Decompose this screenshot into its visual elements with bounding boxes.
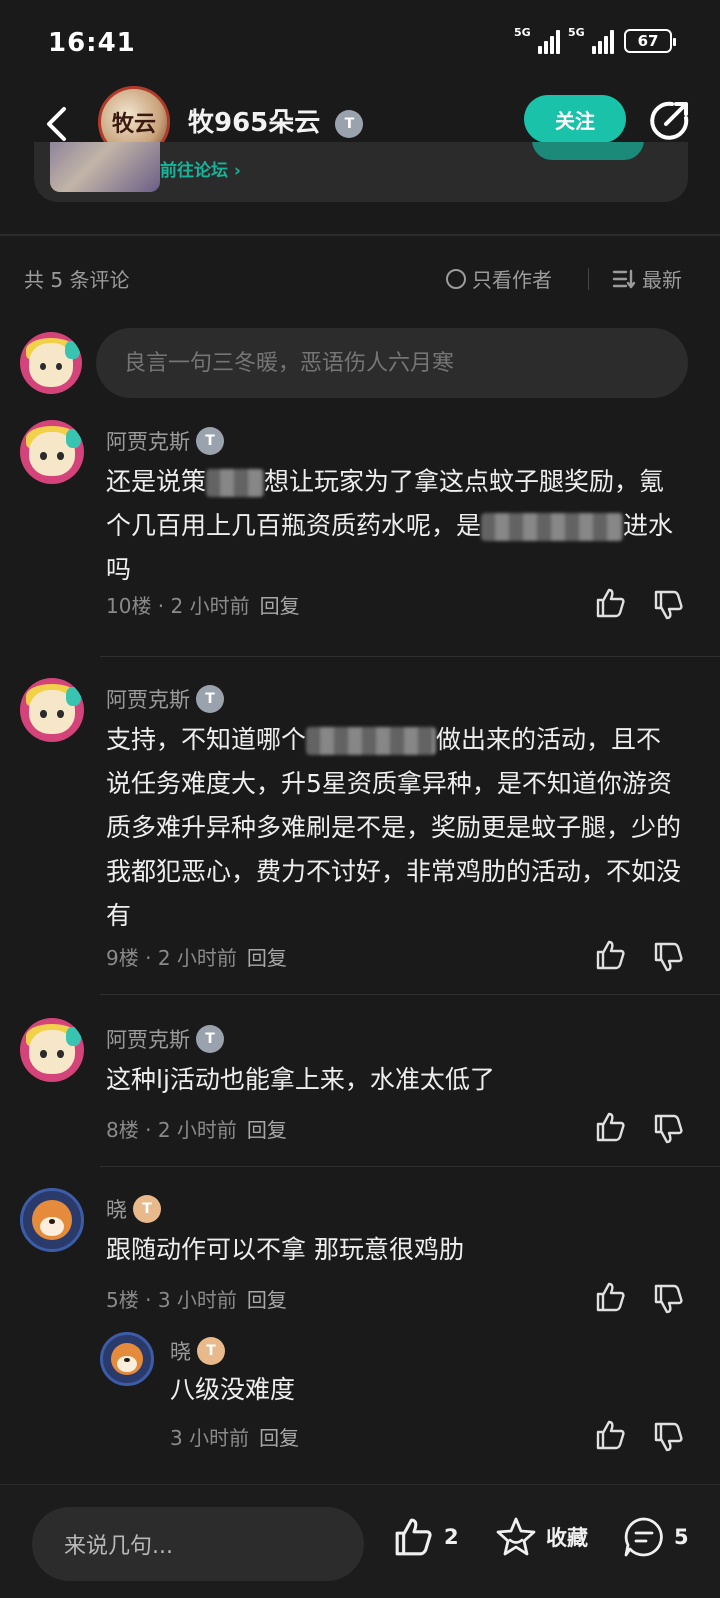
forum-join-button[interactable] (532, 142, 644, 160)
divider (588, 268, 589, 290)
comment-username[interactable]: 阿贾克斯 T (106, 684, 224, 714)
comment-item: 晓 T 跟随动作可以不拿 那玩意很鸡肋 5楼 · 3 小时前 回复 晓 T 八级没… (0, 1188, 720, 1478)
avatar[interactable] (20, 1188, 84, 1252)
divider (100, 656, 720, 657)
level-badge: T (196, 427, 224, 455)
sort-toggle[interactable]: 最新 (612, 264, 682, 293)
comments-count: 共 5 条评论 (24, 268, 130, 292)
thumbs-up-icon[interactable] (594, 938, 628, 972)
reply-button[interactable]: 回复 (259, 1426, 299, 1450)
comment-username[interactable]: 阿贾克斯 T (106, 1024, 224, 1054)
back-button[interactable] (36, 102, 76, 146)
thumbs-up-icon[interactable] (594, 1280, 628, 1314)
favorite-button[interactable]: 收藏 (494, 1515, 588, 1559)
status-icons: 5G 5G 67 (514, 26, 676, 54)
thumbs-up-icon[interactable] (594, 1110, 628, 1144)
divider (100, 1166, 720, 1167)
thumbs-down-icon[interactable] (652, 940, 686, 974)
comment-username[interactable]: 晓 T (106, 1194, 161, 1224)
reply-item: 晓 T 八级没难度 3 小时前 回复 (98, 1332, 720, 1462)
thumbs-down-icon[interactable] (652, 1112, 686, 1146)
redacted-text (481, 513, 624, 541)
level-badge: T (197, 1337, 225, 1365)
comment-meta: 10楼 · 2 小时前 回复 (106, 594, 300, 618)
my-avatar (20, 332, 82, 394)
signal-icon: 5G (514, 26, 560, 54)
divider (0, 234, 720, 236)
redacted-text (306, 727, 437, 755)
comment-text: 还是说策 想让玩家为了拿这点蚊子腿奖励，氪个几百用上几百瓶资质药水呢，是 进水吗 (106, 467, 674, 584)
thumbs-down-icon[interactable] (652, 588, 686, 622)
comment-text: 八级没难度 (170, 1375, 296, 1404)
comments-toolbar: 共 5 条评论 只看作者 最新 (0, 258, 720, 298)
thumbs-down-icon[interactable] (652, 1282, 686, 1316)
comment-item: 阿贾克斯 T 支持，不知道哪个 做出来的活动，且不说任务难度大，升5星资质拿异种，… (0, 678, 720, 998)
comment-icon (624, 1517, 663, 1557)
divider (100, 994, 720, 995)
share-icon (650, 101, 689, 140)
forum-thumbnail (50, 142, 160, 192)
thumbs-down-icon[interactable] (652, 1420, 686, 1454)
reply-button[interactable]: 回复 (247, 1118, 287, 1142)
bottom-comment-input[interactable]: 来说几句... (32, 1507, 364, 1581)
redacted-text (206, 469, 265, 497)
comment-input[interactable] (96, 328, 688, 398)
comment-meta: 8楼 · 2 小时前 回复 (106, 1118, 287, 1142)
thumbs-up-icon[interactable] (594, 586, 628, 620)
status-bar: 16:41 5G 5G 67 (0, 0, 720, 86)
avatar[interactable] (20, 678, 84, 742)
bottom-bar: 来说几句... 2 收藏 5 (0, 1484, 720, 1598)
radio-icon (446, 268, 466, 289)
status-time: 16:41 (48, 28, 136, 58)
battery-icon: 67 (624, 29, 676, 53)
level-badge: T (196, 1025, 224, 1053)
share-button[interactable] (648, 100, 690, 142)
thumbs-up-icon[interactable] (594, 1418, 628, 1452)
author-only-toggle[interactable]: 只看作者 (446, 264, 552, 293)
like-button[interactable]: 2 (392, 1515, 459, 1559)
author-name[interactable]: 牧965朵云 T (188, 102, 364, 139)
sort-icon (612, 269, 636, 288)
comment-username[interactable]: 晓 T (170, 1336, 225, 1366)
avatar[interactable] (20, 1018, 84, 1082)
comment-meta: 3 小时前 回复 (170, 1426, 300, 1450)
star-icon (496, 1517, 536, 1556)
follow-button[interactable]: 关注 (524, 95, 626, 143)
comment-meta: 9楼 · 2 小时前 回复 (106, 946, 287, 970)
comment-text: 这种lj活动也能拿上来，水准太低了 (106, 1065, 495, 1094)
reply-button[interactable]: 回复 (247, 946, 287, 970)
comments-button[interactable]: 5 (622, 1515, 689, 1559)
signal-icon: 5G (568, 26, 614, 54)
comment-username[interactable]: 阿贾克斯 T (106, 426, 224, 456)
reply-button[interactable]: 回复 (260, 594, 300, 618)
level-badge: T (133, 1195, 161, 1223)
forum-card[interactable]: 前往论坛 › (34, 142, 688, 202)
forum-link[interactable]: 前往论坛 › (160, 156, 241, 181)
comment-item: 阿贾克斯 T 还是说策 想让玩家为了拿这点蚊子腿奖励，氪个几百用上几百瓶资质药水呢… (0, 420, 720, 660)
comment-meta: 5楼 · 3 小时前 回复 (106, 1288, 287, 1312)
avatar[interactable] (20, 420, 84, 484)
level-badge: T (196, 685, 224, 713)
comment-text: 跟随动作可以不拿 那玩意很鸡肋 (106, 1235, 464, 1264)
comment-text: 支持，不知道哪个 做出来的活动，且不说任务难度大，升5星资质拿异种，是不知道你游资… (106, 725, 682, 930)
comment-item: 阿贾克斯 T 这种lj活动也能拿上来，水准太低了 8楼 · 2 小时前 回复 (0, 1018, 720, 1168)
level-badge: T (335, 109, 364, 138)
back-arrow-icon (47, 107, 66, 141)
reply-button[interactable]: 回复 (247, 1288, 287, 1312)
avatar[interactable] (100, 1332, 154, 1386)
thumbs-up-icon (395, 1518, 432, 1556)
